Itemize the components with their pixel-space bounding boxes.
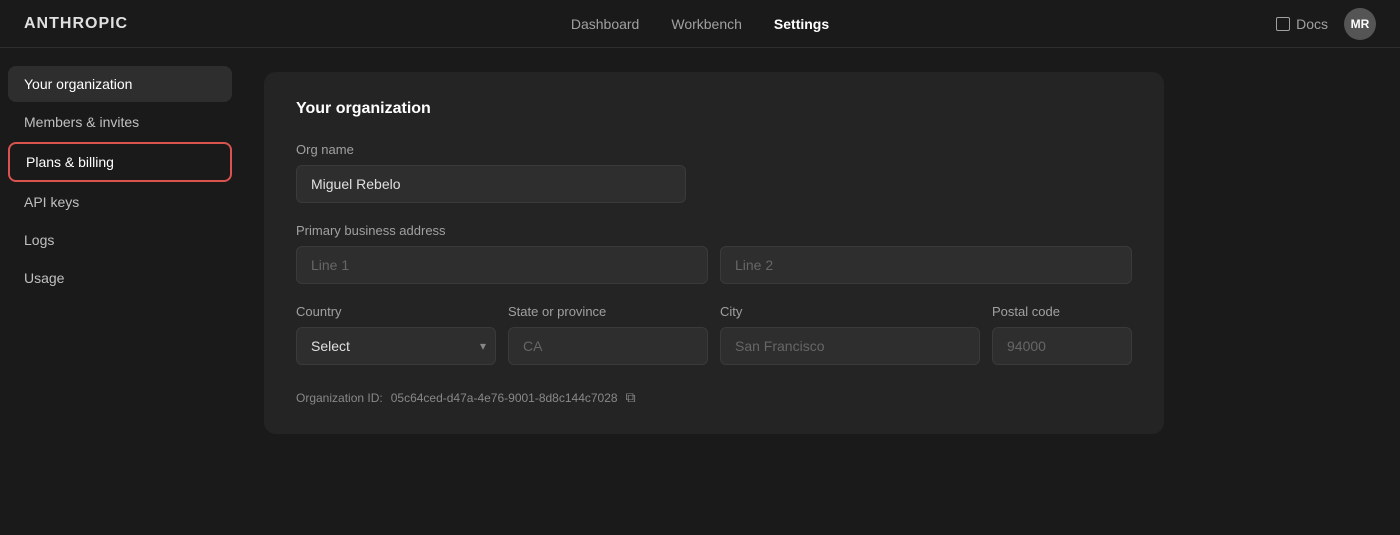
header-right: Docs MR	[1276, 8, 1376, 40]
main-content: Your organization Org name Primary busin…	[240, 48, 1400, 535]
postal-input[interactable]	[992, 327, 1132, 365]
header: ANTHROPIC Dashboard Workbench Settings D…	[0, 0, 1400, 48]
sidebar-item-members-invites[interactable]: Members & invites	[8, 104, 232, 140]
docs-label: Docs	[1296, 16, 1328, 32]
copy-icon[interactable]: ⧉	[626, 389, 636, 406]
sidebar-item-your-organization[interactable]: Your organization	[8, 66, 232, 102]
sidebar-item-plans-billing[interactable]: Plans & billing	[8, 142, 232, 182]
card-title: Your organization	[296, 100, 1132, 118]
sidebar: Your organization Members & invites Plan…	[0, 48, 240, 535]
org-id-row: Organization ID: 05c64ced-d47a-4e76-9001…	[296, 389, 1132, 406]
nav-workbench[interactable]: Workbench	[671, 16, 742, 32]
postal-label: Postal code	[992, 304, 1132, 319]
address-label: Primary business address	[296, 223, 1132, 238]
nav-dashboard[interactable]: Dashboard	[571, 16, 640, 32]
docs-icon	[1276, 17, 1290, 31]
fields-row: Country Select State or province City	[296, 304, 1132, 365]
state-group: State or province	[508, 304, 708, 365]
org-name-group: Org name	[296, 142, 1132, 203]
logo: ANTHROPIC	[24, 15, 128, 33]
country-group: Country Select	[296, 304, 496, 365]
org-id-value: 05c64ced-d47a-4e76-9001-8d8c144c7028	[391, 391, 618, 405]
org-card: Your organization Org name Primary busin…	[264, 72, 1164, 434]
main-nav: Dashboard Workbench Settings	[571, 16, 829, 32]
avatar[interactable]: MR	[1344, 8, 1376, 40]
country-select-wrapper: Select	[296, 327, 496, 365]
org-id-prefix: Organization ID:	[296, 391, 383, 405]
address-line2-input[interactable]	[720, 246, 1132, 284]
docs-link[interactable]: Docs	[1276, 16, 1328, 32]
org-name-input[interactable]	[296, 165, 686, 203]
address-row	[296, 246, 1132, 284]
sidebar-item-usage[interactable]: Usage	[8, 260, 232, 296]
org-name-label: Org name	[296, 142, 1132, 157]
country-label: Country	[296, 304, 496, 319]
nav-settings[interactable]: Settings	[774, 16, 829, 32]
city-input[interactable]	[720, 327, 980, 365]
layout: Your organization Members & invites Plan…	[0, 48, 1400, 535]
address-group: Primary business address	[296, 223, 1132, 284]
state-label: State or province	[508, 304, 708, 319]
city-group: City	[720, 304, 980, 365]
city-label: City	[720, 304, 980, 319]
postal-group: Postal code	[992, 304, 1132, 365]
state-input[interactable]	[508, 327, 708, 365]
location-group: Country Select State or province City	[296, 304, 1132, 365]
country-select[interactable]: Select	[296, 327, 496, 365]
sidebar-item-api-keys[interactable]: API keys	[8, 184, 232, 220]
sidebar-item-logs[interactable]: Logs	[8, 222, 232, 258]
address-line1-input[interactable]	[296, 246, 708, 284]
